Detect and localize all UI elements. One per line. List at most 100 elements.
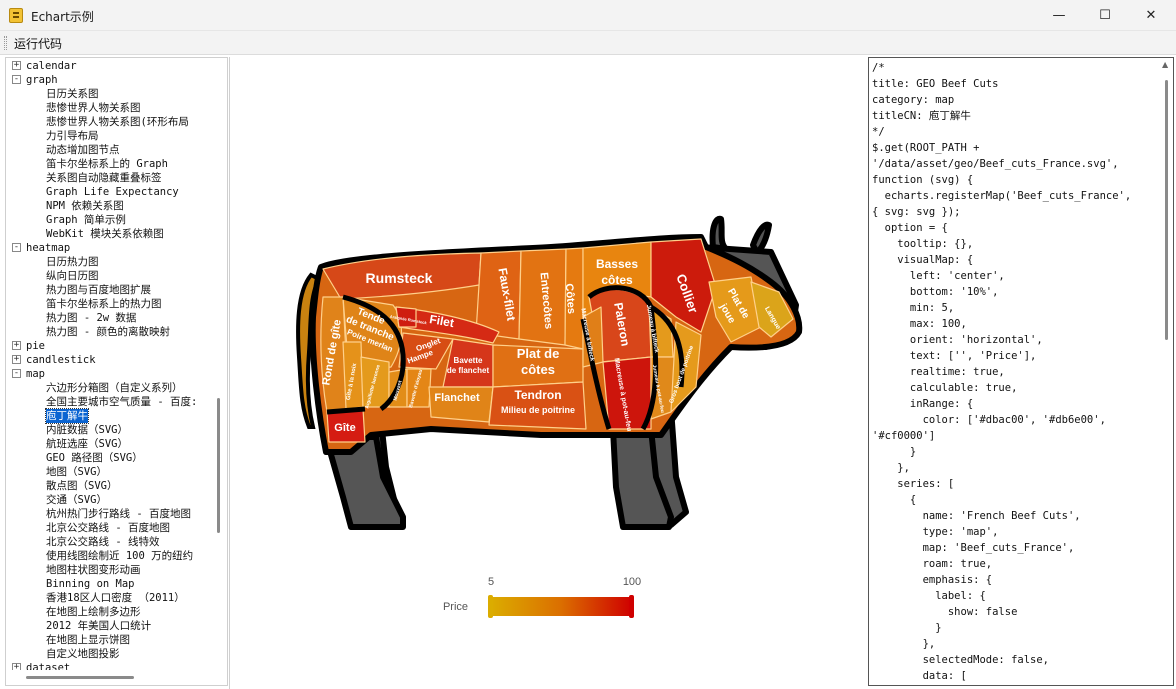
expand-icon[interactable]: + — [12, 61, 21, 70]
code-vertical-scrollbar[interactable] — [1165, 80, 1168, 340]
expand-icon[interactable]: + — [12, 355, 21, 364]
label-rumsteck: Rumsteck — [366, 270, 433, 286]
code-line: color: ['#dbac00', '#db6e00', — [872, 414, 1106, 426]
tree-item[interactable]: 地图柱状图变形动画 — [6, 563, 212, 577]
tree-group-map[interactable]: - map — [6, 367, 212, 381]
tree-item-label: 北京公交路线 - 百度地图 — [46, 522, 170, 534]
expand-icon[interactable]: + — [12, 341, 21, 350]
tree-item-label: 2012 年美国人口统计 — [46, 620, 152, 632]
tree-item[interactable]: 地图（SVG） — [6, 465, 212, 479]
tree-group-dataset[interactable]: + dataset — [6, 661, 212, 670]
tree-group-pie[interactable]: + pie — [6, 339, 212, 353]
collapse-icon[interactable]: - — [12, 243, 21, 252]
tree-item[interactable]: 关系图自动隐藏重叠标签 — [6, 171, 212, 185]
tree-item[interactable]: 2012 年美国人口统计 — [6, 619, 212, 633]
label-milieu-poitrine: Milieu de poitrine — [501, 405, 575, 415]
tree-item[interactable]: 北京公交路线 - 百度地图 — [6, 521, 212, 535]
code-line: left: 'center', — [872, 270, 1005, 282]
tree-item[interactable]: 笛卡尔坐标系上的 Graph — [6, 157, 212, 171]
tree-item[interactable]: 庖丁解牛 — [6, 408, 212, 424]
code-line: { svg: svg }); — [872, 206, 961, 218]
tree-item[interactable]: 全国主要城市空气质量 - 百度: — [6, 395, 212, 409]
collapse-icon[interactable]: - — [12, 75, 21, 84]
tree-item[interactable]: 交通（SVG） — [6, 493, 212, 507]
tree-item[interactable]: 热力图 - 2w 数据 — [6, 311, 212, 325]
tree-item-label: 散点图（SVG） — [46, 480, 118, 492]
expand-icon[interactable]: + — [12, 663, 21, 670]
code-line: echarts.registerMap('Beef_cuts_France', — [872, 190, 1132, 202]
tree-item[interactable]: 使用线图绘制近 100 万的纽约 — [6, 549, 212, 563]
tree-item[interactable]: 香港18区人口密度 （2011） — [6, 591, 212, 605]
tree-horizontal-scrollbar[interactable] — [26, 676, 134, 679]
visual-map[interactable]: 5 100 Price — [443, 576, 641, 618]
title-bar: Echart示例 — ☐ ✕ — [0, 0, 1176, 31]
tree-list: + calendar - graph 日历关系图 悲惨世界人物关系图 悲惨世界人物关系图(环… — [6, 58, 212, 670]
tree-item[interactable]: WebKit 模块关系依赖图 — [6, 227, 212, 241]
tree-item[interactable]: 纵向日历图 — [6, 269, 212, 283]
example-tree[interactable]: + calendar - graph 日历关系图 悲惨世界人物关系图 悲惨世界人物关系图(环… — [5, 57, 228, 686]
tree-group-heatmap[interactable]: - heatmap — [6, 241, 212, 255]
label-plat-cotes-1: Plat de — [517, 346, 560, 361]
tree-item[interactable]: 航班选座（SVG） — [6, 437, 212, 451]
code-line: min: 5, — [872, 302, 955, 314]
tree-item[interactable]: 热力图 - 颜色的离散映射 — [6, 325, 212, 339]
tree-item[interactable]: NPM 依赖关系图 — [6, 199, 212, 213]
code-line: titleCN: 庖丁解牛 — [872, 110, 971, 122]
tree-item-label: Graph 简单示例 — [46, 214, 126, 226]
tree-item[interactable]: 日历关系图 — [6, 87, 212, 101]
tree-item[interactable]: 在地图上绘制多边形 — [6, 605, 212, 619]
code-line: visualMap: { — [872, 254, 974, 266]
tree-item[interactable]: Binning on Map — [6, 577, 212, 591]
tree-group-candlestick[interactable]: + candlestick — [6, 353, 212, 367]
visual-map-max: 100 — [623, 576, 641, 588]
tree-item[interactable]: 悲惨世界人物关系图 — [6, 101, 212, 115]
code-line: text: ['', 'Price'], — [872, 350, 1037, 362]
visual-map-min-handle[interactable] — [488, 595, 493, 618]
tree-item-label: 悲惨世界人物关系图 — [46, 102, 141, 114]
tree-item-label: 六边形分箱图（自定义系列） — [46, 382, 183, 394]
panel-divider — [229, 57, 230, 689]
tree-item-label: WebKit 模块关系依赖图 — [46, 228, 164, 240]
tree-group-graph[interactable]: - graph — [6, 73, 212, 87]
code-line: tooltip: {}, — [872, 238, 974, 250]
tree-item[interactable]: Graph Life Expectancy — [6, 185, 212, 199]
tree-item[interactable]: 动态增加图节点 — [6, 143, 212, 157]
visual-map-bar[interactable] — [491, 597, 632, 616]
tree-group-calendar[interactable]: + calendar — [6, 59, 212, 73]
code-line: data: [ — [872, 670, 967, 682]
code-line: function (svg) { — [872, 174, 974, 186]
tree-item[interactable]: 力引导布局 — [6, 129, 212, 143]
tree-item-label: heatmap — [26, 242, 71, 254]
maximize-button[interactable]: ☐ — [1082, 0, 1128, 31]
run-code-button[interactable]: 运行代码 — [14, 35, 62, 52]
minimize-button[interactable]: — — [1036, 0, 1082, 31]
beef-cuts-map[interactable]: Rumsteck Faux-filet Entrecôtes Côtes Bas… — [231, 57, 864, 686]
code-line: '/data/asset/geo/Beef_cuts_France.svg', — [872, 158, 1119, 170]
tree-item[interactable]: 散点图（SVG） — [6, 479, 212, 493]
tree-item[interactable]: 悲惨世界人物关系图(环形布局 — [6, 115, 212, 129]
tree-item[interactable]: GEO 路径图（SVG） — [6, 451, 212, 465]
tree-item[interactable]: Graph 简单示例 — [6, 213, 212, 227]
tree-item-label: 关系图自动隐藏重叠标签 — [46, 172, 162, 184]
tree-vertical-scrollbar[interactable] — [217, 398, 220, 533]
tree-item[interactable]: 自定义地图投影 — [6, 647, 212, 661]
tree-item[interactable]: 日历热力图 — [6, 255, 212, 269]
tree-item[interactable]: 杭州热门步行路线 - 百度地图 — [6, 507, 212, 521]
tree-item[interactable]: 在地图上显示饼图 — [6, 633, 212, 647]
tree-item-label: 杭州热门步行路线 - 百度地图 — [46, 508, 191, 520]
tree-item-label: 日历热力图 — [46, 256, 99, 268]
tree-item[interactable]: 热力图与百度地图扩展 — [6, 283, 212, 297]
close-button[interactable]: ✕ — [1128, 0, 1174, 31]
visual-map-max-handle[interactable] — [629, 595, 634, 618]
visual-map-title: Price — [443, 601, 468, 613]
tree-item[interactable]: 六边形分箱图（自定义系列） — [6, 381, 212, 395]
label-gite: Gîte — [334, 422, 355, 434]
tree-item[interactable]: 内脏数据（SVG） — [6, 423, 212, 437]
chart-view[interactable]: Rumsteck Faux-filet Entrecôtes Côtes Bas… — [231, 57, 864, 686]
collapse-icon[interactable]: - — [12, 369, 21, 378]
tree-item[interactable]: 北京公交路线 - 线特效 — [6, 535, 212, 549]
tree-item[interactable]: 笛卡尔坐标系上的热力图 — [6, 297, 212, 311]
code-editor[interactable]: /* title: GEO Beef Cuts category: map title… — [868, 57, 1174, 686]
code-line: name: 'French Beef Cuts', — [872, 510, 1081, 522]
scroll-up-icon[interactable]: ▲ — [1162, 60, 1168, 69]
